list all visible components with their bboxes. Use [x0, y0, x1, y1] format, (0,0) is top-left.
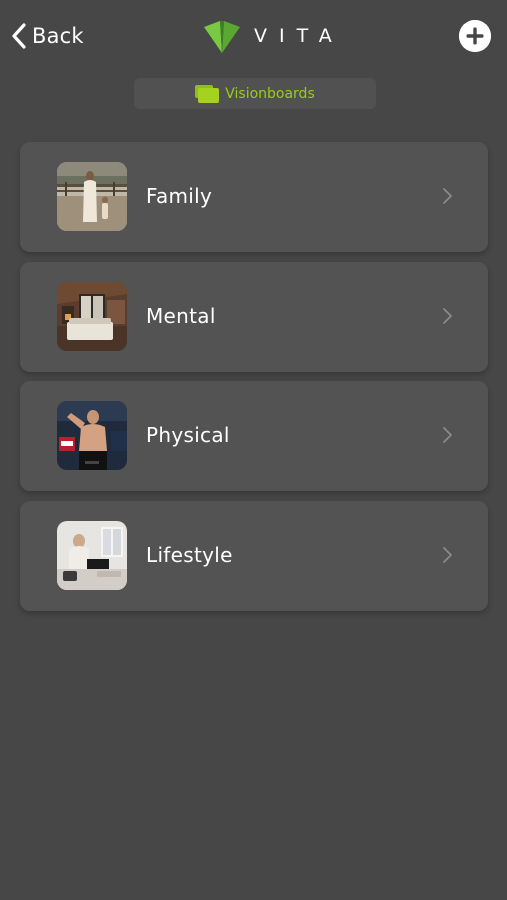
chevron-right-icon: [440, 306, 454, 326]
back-label: Back: [32, 24, 84, 48]
visionboards-tab[interactable]: Visionboards: [134, 78, 376, 109]
mental-thumbnail: [57, 282, 127, 351]
section-label: Visionboards: [225, 85, 315, 102]
board-title: Mental: [146, 304, 216, 328]
chevron-right-icon: [440, 186, 454, 206]
board-title: Physical: [146, 423, 230, 447]
vita-logo-icon: [204, 19, 240, 53]
back-button[interactable]: Back: [10, 20, 84, 52]
plus-circle-icon: [459, 20, 491, 52]
lifestyle-thumbnail: [57, 521, 127, 590]
family-thumbnail: [57, 162, 127, 231]
board-title: Family: [146, 184, 213, 208]
physical-thumbnail: [57, 401, 127, 470]
visionboards-screen: Back VITA Visionboards Family Mental Phy…: [0, 0, 507, 900]
board-title: Lifestyle: [146, 543, 233, 567]
folder-stack-icon: [195, 84, 220, 103]
board-card-family[interactable]: Family: [20, 142, 488, 252]
chevron-right-icon: [440, 545, 454, 565]
brand: VITA: [204, 18, 344, 54]
board-card-mental[interactable]: Mental: [20, 262, 488, 372]
board-card-physical[interactable]: Physical: [20, 381, 488, 491]
chevron-right-icon: [440, 425, 454, 445]
board-card-lifestyle[interactable]: Lifestyle: [20, 501, 488, 611]
brand-name: VITA: [254, 25, 344, 47]
add-board-button[interactable]: [459, 20, 491, 52]
chevron-left-icon: [12, 23, 26, 49]
